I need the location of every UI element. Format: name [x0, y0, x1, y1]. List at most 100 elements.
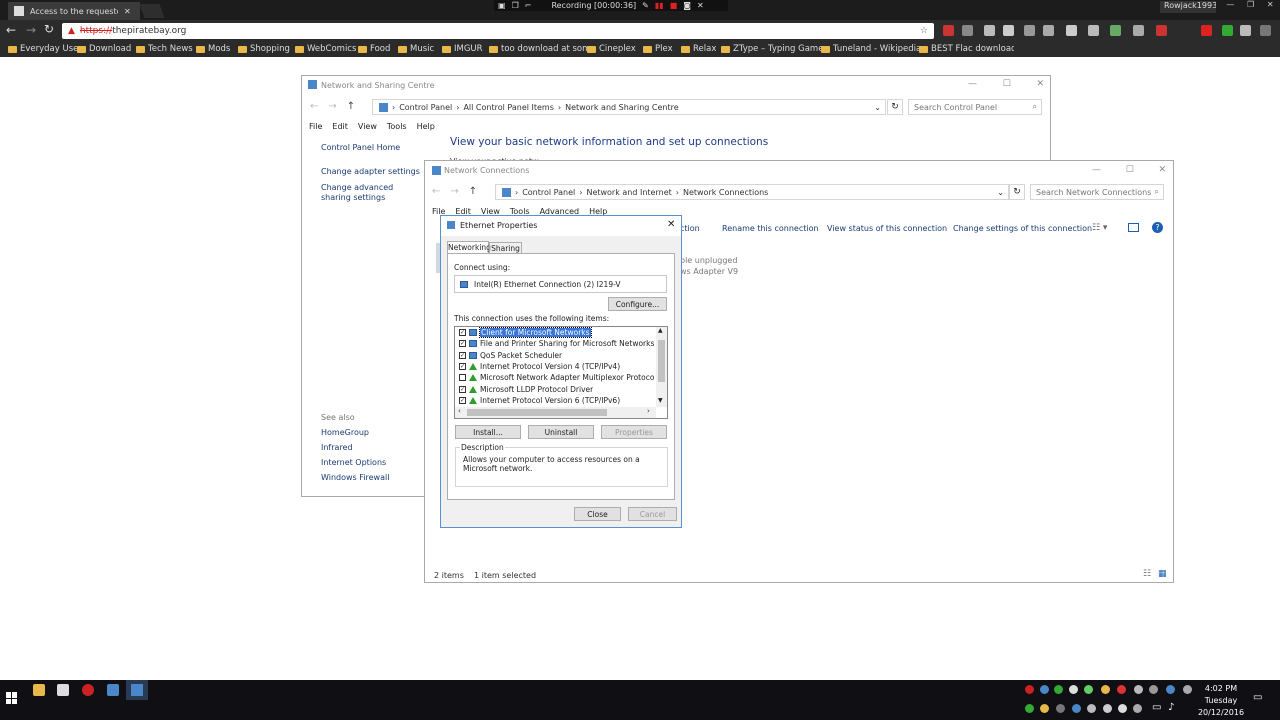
- item-checkbox[interactable]: ✓: [459, 396, 466, 404]
- items-vertical-scrollbar[interactable]: ▲ ▼: [656, 327, 667, 407]
- nsc-minimize-icon[interactable]: —: [968, 79, 977, 89]
- pen-icon[interactable]: ✎: [642, 1, 649, 10]
- network-tray-icon[interactable]: ▭: [1152, 702, 1161, 713]
- taskbar-app-icon[interactable]: [57, 684, 69, 696]
- see-also-link[interactable]: Infrared: [321, 443, 389, 452]
- nc-search-input[interactable]: Search Network Connections ⌕: [1030, 184, 1164, 200]
- nc-minimize-icon[interactable]: —: [1092, 165, 1101, 175]
- tray-icon[interactable]: [1149, 685, 1158, 694]
- minimize-icon[interactable]: —: [1226, 0, 1234, 12]
- list-item[interactable]: ✓ Microsoft LLDP Protocol Driver: [459, 383, 655, 394]
- large-icons-view-icon[interactable]: ▦: [1158, 569, 1167, 579]
- bookmark-item[interactable]: Food: [358, 42, 390, 56]
- extension-icon[interactable]: [1133, 25, 1144, 36]
- properties-button[interactable]: Properties: [601, 425, 667, 439]
- control-panel-taskbar-icon[interactable]: [131, 684, 143, 696]
- control-panel-home-link[interactable]: Control Panel Home: [321, 143, 400, 152]
- tray-icon[interactable]: [1025, 704, 1034, 713]
- extension-icon[interactable]: [1222, 25, 1233, 36]
- nsc-forward-icon[interactable]: →: [328, 101, 336, 112]
- nsc-search-input[interactable]: Search Control Panel ⌕: [908, 99, 1042, 115]
- bookmark-item[interactable]: Music: [398, 42, 434, 56]
- bookmark-item[interactable]: Cineplex: [587, 42, 636, 56]
- profile-name[interactable]: Rowjack1993: [1160, 1, 1216, 13]
- scroll-right-icon[interactable]: ›: [647, 407, 650, 415]
- change-settings-command[interactable]: Change settings of this connection: [953, 224, 1092, 233]
- extension-icon[interactable]: [1043, 25, 1054, 36]
- item-checkbox[interactable]: ✓: [459, 351, 466, 359]
- bookmark-item[interactable]: Download: [77, 42, 131, 56]
- close-recording-icon[interactable]: ✕: [697, 1, 704, 10]
- bookmark-item[interactable]: ZType – Typing Game: [721, 42, 823, 56]
- screen-capture-icon[interactable]: ▣: [498, 1, 506, 10]
- nc-close-icon[interactable]: ✕: [1158, 165, 1166, 175]
- tray-icon[interactable]: [1072, 704, 1081, 713]
- tray-icon[interactable]: [1025, 685, 1034, 694]
- tray-icon[interactable]: [1134, 685, 1143, 694]
- bookmark-item[interactable]: WebComics: [295, 42, 356, 56]
- bookmark-item[interactable]: IMGUR: [442, 42, 483, 56]
- tab-close-icon[interactable]: ✕: [124, 7, 131, 16]
- tray-icon[interactable]: [1133, 704, 1142, 713]
- bookmark-item[interactable]: Tuneland - Wikipedia: [821, 42, 921, 56]
- bookmark-item[interactable]: Relax: [681, 42, 716, 56]
- tray-icon[interactable]: [1101, 685, 1110, 694]
- nsc-close-icon[interactable]: ✕: [1036, 79, 1044, 89]
- list-item[interactable]: ✓ Internet Protocol Version 4 (TCP/IPv4): [459, 361, 655, 372]
- stop-icon[interactable]: ■: [670, 1, 678, 10]
- uninstall-button[interactable]: Uninstall: [528, 425, 594, 439]
- cancel-button[interactable]: Cancel: [628, 507, 677, 521]
- scroll-up-icon[interactable]: ▲: [658, 327, 663, 334]
- bookmark-item[interactable]: Tech News: [136, 42, 193, 56]
- nsc-menu-edit[interactable]: Edit: [332, 122, 348, 131]
- change-adapter-settings-link[interactable]: Change adapter settings: [321, 167, 420, 176]
- camera-icon[interactable]: ◙: [683, 1, 691, 10]
- close-button[interactable]: Close: [574, 507, 621, 521]
- list-item[interactable]: ✓ QoS Packet Scheduler: [459, 350, 655, 361]
- restore-icon[interactable]: ❐: [512, 1, 519, 10]
- nc-back-icon[interactable]: ←: [432, 186, 440, 197]
- taskbar-app-icon[interactable]: [33, 684, 45, 696]
- h-scroll-thumb[interactable]: [467, 409, 607, 416]
- list-item[interactable]: ✓ Internet Protocol Version 6 (TCP/IPv6): [459, 395, 655, 406]
- nc-crumb-3[interactable]: Network Connections: [683, 188, 768, 197]
- item-checkbox[interactable]: ✓: [459, 385, 466, 393]
- nc-refresh-icon[interactable]: ↻: [1009, 184, 1025, 200]
- see-also-link[interactable]: Windows Firewall: [321, 473, 389, 482]
- item-checkbox[interactable]: ✓: [459, 340, 466, 348]
- nc-cmd-partial[interactable]: ction: [680, 224, 700, 233]
- extension-icon[interactable]: [1003, 25, 1014, 36]
- tray-icon[interactable]: [1069, 685, 1078, 694]
- tray-icon[interactable]: [1040, 704, 1049, 713]
- nc-crumb-1[interactable]: Control Panel: [522, 188, 575, 197]
- nsc-crumb-3[interactable]: Network and Sharing Centre: [565, 103, 679, 112]
- taskbar-app-icon[interactable]: [107, 684, 119, 696]
- bookmark-item[interactable]: Plex: [643, 42, 673, 56]
- list-item[interactable]: Microsoft Network Adapter Multiplexor Pr…: [459, 372, 655, 383]
- extension-icon[interactable]: [1156, 25, 1167, 36]
- bookmark-item[interactable]: Mods: [196, 42, 230, 56]
- tray-icon[interactable]: [1040, 685, 1049, 694]
- view-status-command[interactable]: View status of this connection: [827, 224, 947, 233]
- item-checkbox[interactable]: ✓: [459, 363, 466, 371]
- nsc-breadcrumb[interactable]: › Control Panel › All Control Panel Items …: [372, 99, 886, 115]
- nc-up-icon[interactable]: ↑: [469, 186, 477, 197]
- see-also-link[interactable]: Internet Options: [321, 458, 389, 467]
- bookmark-item[interactable]: Everyday Use: [8, 42, 78, 56]
- nsc-up-icon[interactable]: ↑: [347, 101, 355, 112]
- extension-icon[interactable]: [1260, 25, 1271, 36]
- scroll-thumb[interactable]: [658, 340, 665, 382]
- tray-icon[interactable]: [1087, 704, 1096, 713]
- scroll-left-icon[interactable]: ‹: [458, 407, 461, 415]
- nsc-maximize-icon[interactable]: ☐: [1003, 79, 1011, 89]
- items-horizontal-scrollbar[interactable]: ‹ ›: [455, 407, 656, 418]
- view-options-icon[interactable]: ☷ ▾: [1092, 223, 1107, 233]
- address-bar[interactable]: ▲ https://thepiratebay.org ☆: [62, 23, 934, 39]
- list-item[interactable]: ✓ File and Printer Sharing for Microsoft …: [459, 338, 655, 349]
- help-icon[interactable]: ?: [1152, 222, 1163, 233]
- nc-history-chevron-icon[interactable]: ⌄: [997, 188, 1004, 197]
- nsc-history-chevron-icon[interactable]: ⌄: [874, 103, 881, 112]
- nc-forward-icon[interactable]: →: [450, 186, 458, 197]
- tray-icon[interactable]: [1084, 685, 1093, 694]
- extension-icon[interactable]: [943, 25, 954, 36]
